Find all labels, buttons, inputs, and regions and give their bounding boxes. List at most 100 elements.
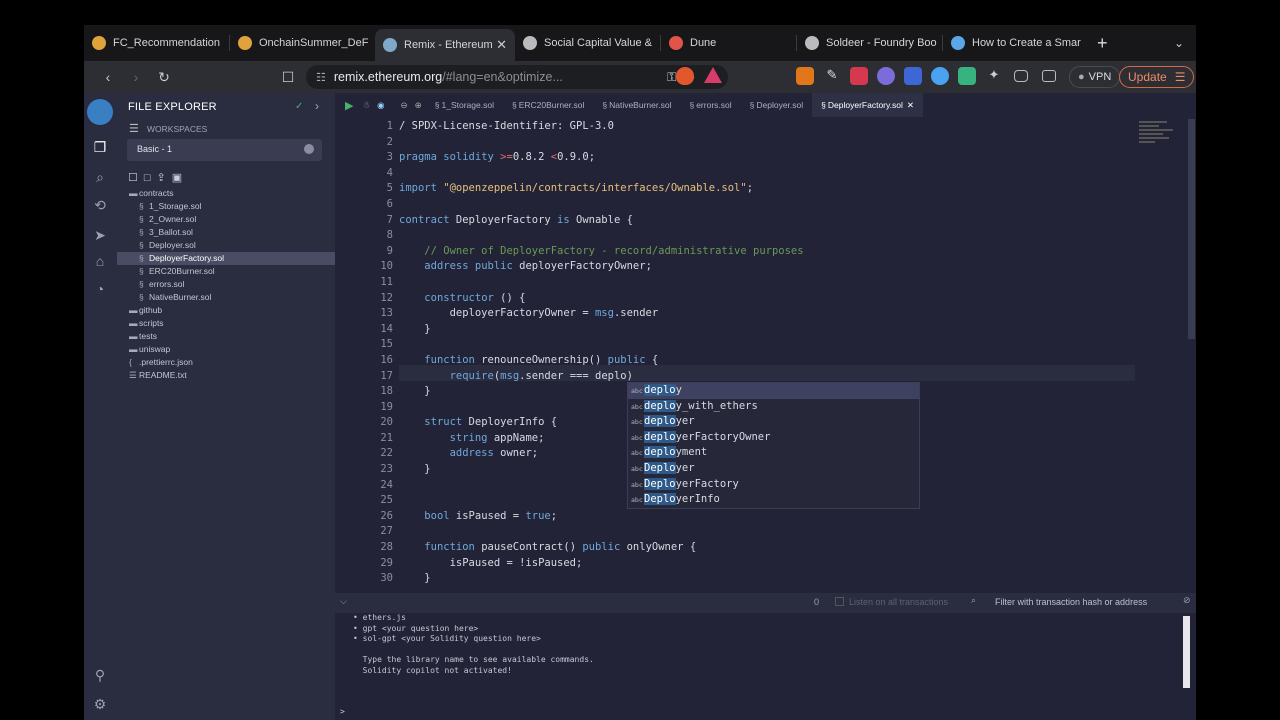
tab-list-chevron-icon[interactable]: ⌄ xyxy=(1174,36,1184,50)
search-icon[interactable]: ⌕ xyxy=(91,169,109,187)
browser-tab[interactable]: FC_Recommendation xyxy=(84,29,229,57)
autocomplete-item[interactable]: abcDeployerInfo xyxy=(628,492,919,508)
file-item[interactable]: § NativeBurner.sol xyxy=(117,291,335,304)
autocomplete-item[interactable]: abcdeploy xyxy=(628,383,919,399)
editor-tab[interactable]: § NativeBurner.sol xyxy=(593,93,680,117)
listen-checkbox[interactable] xyxy=(835,597,844,606)
editor-tab-close-icon[interactable]: ✕ xyxy=(907,100,914,111)
editor-tab[interactable]: § ERC20Burner.sol xyxy=(503,93,593,117)
extension-red-icon[interactable] xyxy=(850,67,868,85)
autocomplete-item[interactable]: abcDeployerFactory xyxy=(628,477,919,493)
autocomplete-item[interactable]: abcdeployerFactoryOwner xyxy=(628,430,919,446)
zoom-out-icon[interactable]: ⊖ xyxy=(401,100,408,111)
browser-tab[interactable]: How to Create a Smar xyxy=(943,29,1083,57)
autocomplete-item[interactable]: abcdeployer xyxy=(628,414,919,430)
terminal-scrollbar[interactable] xyxy=(1183,616,1190,688)
vpn-button[interactable]: ● VPN xyxy=(1069,66,1121,88)
eyedropper-icon[interactable]: ✎ xyxy=(823,67,841,85)
browser-tab[interactable]: OnchainSummer_DeF xyxy=(230,29,375,57)
folder-item[interactable]: ▬ contracts xyxy=(117,187,335,200)
update-button[interactable]: Update ☰ xyxy=(1119,66,1195,88)
site-settings-icon[interactable]: ☷ xyxy=(316,71,326,84)
reload-icon[interactable]: ↻ xyxy=(150,69,178,86)
tab-close-icon[interactable]: ✕ xyxy=(496,37,507,53)
back-icon[interactable]: ‹ xyxy=(94,69,122,85)
filter-input[interactable]: Filter with transaction hash or address xyxy=(995,597,1147,607)
file-item[interactable]: § errors.sol xyxy=(117,278,335,291)
file-item[interactable]: § Deployer.sol xyxy=(117,239,335,252)
file-item[interactable]: § 1_Storage.sol xyxy=(117,200,335,213)
minimap[interactable] xyxy=(1137,119,1187,159)
code-line: // Owner of DeployerFactory - record/adm… xyxy=(399,244,804,257)
brave-shield-icon[interactable] xyxy=(676,67,694,85)
file-item[interactable]: § 3_Ballot.sol xyxy=(117,226,335,239)
settings-gear-icon[interactable]: ⚙ xyxy=(91,696,109,714)
file-item[interactable]: § ERC20Burner.sol xyxy=(117,265,335,278)
autocomplete-item[interactable]: abcdeployment xyxy=(628,445,919,461)
metamask-icon[interactable] xyxy=(796,67,814,85)
line-number: 19 xyxy=(380,400,393,413)
file-item[interactable]: § 2_Owner.sol xyxy=(117,213,335,226)
new-tab-icon[interactable]: + xyxy=(1097,33,1108,54)
run-icon[interactable]: ▶ xyxy=(345,99,353,112)
browser-tab[interactable]: Soldeer - Foundry Boo xyxy=(797,29,942,57)
forward-icon[interactable]: › xyxy=(122,69,150,85)
folder-item[interactable]: ▬ scripts xyxy=(117,317,335,330)
file-item[interactable]: ☰ README.txt xyxy=(117,369,335,382)
new-folder-icon[interactable]: □ xyxy=(144,172,157,184)
upload-icon[interactable]: ⇪ xyxy=(157,172,172,184)
wallet-icon[interactable] xyxy=(1042,70,1056,82)
extension-blue-icon[interactable] xyxy=(931,67,949,85)
file-item[interactable]: {.prettierrc.json xyxy=(117,356,335,369)
text-suggestion-icon: abc xyxy=(631,402,643,411)
solidity-compiler-icon[interactable]: ⟲ xyxy=(91,197,109,215)
bookmark-icon[interactable]: ☐ xyxy=(274,69,302,86)
editor-tab[interactable]: § DeployerFactory.sol ✕ xyxy=(812,93,923,117)
editor-tab[interactable]: § 1_Storage.sol xyxy=(426,93,503,117)
extension-k-icon[interactable] xyxy=(904,67,922,85)
line-number: 16 xyxy=(380,353,393,366)
code-editor[interactable]: / SPDX-License-Identifier: GPL-3.0 pragma… xyxy=(399,119,1139,587)
terminal-prompt[interactable]: > xyxy=(340,707,345,716)
clear-terminal-icon[interactable]: ⊘ xyxy=(1183,595,1191,606)
autocomplete-item[interactable]: abcdeploy_with_ethers xyxy=(628,399,919,415)
import-folder-icon[interactable]: ▣ xyxy=(172,172,188,184)
extension-purple-icon[interactable] xyxy=(877,67,895,85)
folder-item[interactable]: ▬ tests xyxy=(117,330,335,343)
hamburger-icon[interactable]: ☰ xyxy=(129,122,139,135)
extensions-puzzle-icon[interactable]: ✦ xyxy=(985,67,1003,85)
plugin-icon[interactable]: ◔ xyxy=(91,281,109,299)
zoom-in-icon[interactable]: ⊕ xyxy=(415,100,422,111)
menu-icon: ☰ xyxy=(1174,70,1186,84)
line-number: 11 xyxy=(380,275,393,288)
browser-tab[interactable]: Dune xyxy=(661,29,796,57)
folder-item[interactable]: ▬ github xyxy=(117,304,335,317)
chevron-right-icon[interactable]: › xyxy=(315,99,319,113)
extension-green-icon[interactable] xyxy=(958,67,976,85)
collapse-terminal-icon[interactable]: ⌵ xyxy=(340,596,347,607)
file-explorer-icon[interactable]: ❐ xyxy=(91,139,109,157)
new-file-icon[interactable]: ☐ xyxy=(128,172,144,184)
address-bar[interactable]: ☷ remix.ethereum.org/#lang=en&optimize..… xyxy=(306,65,728,89)
editor-scrollbar[interactable] xyxy=(1188,119,1195,339)
browser-tab[interactable]: Remix - Ethereum ✕ xyxy=(375,29,515,61)
remix-logo-icon[interactable] xyxy=(87,99,113,125)
check-icon[interactable]: ✓ xyxy=(295,101,303,112)
browser-tab[interactable]: Social Capital Value & xyxy=(515,29,660,57)
editor-tab[interactable]: § errors.sol xyxy=(680,93,740,117)
workspace-select[interactable]: Basic - 1 xyxy=(127,139,322,161)
editor-tab[interactable]: § Deployer.sol xyxy=(741,93,813,117)
solidity-file-icon: § xyxy=(434,100,440,110)
ai-icon[interactable]: ☃ xyxy=(362,100,370,111)
deploy-run-icon[interactable]: ➤ xyxy=(91,227,109,245)
file-item[interactable]: § DeployerFactory.sol xyxy=(117,252,335,265)
folder-icon: ▬ xyxy=(129,331,138,341)
sidebar-icon[interactable] xyxy=(1014,70,1028,82)
learneth-icon[interactable]: ⌂ xyxy=(91,253,109,271)
brave-rewards-icon[interactable] xyxy=(704,67,722,83)
plugin-manager-icon[interactable]: ⚲ xyxy=(91,667,109,685)
tab-favicon-icon xyxy=(238,36,252,50)
folder-item[interactable]: ▬ uniswap xyxy=(117,343,335,356)
toggle-icon[interactable]: ◉ xyxy=(377,100,384,111)
autocomplete-item[interactable]: abcDeployer xyxy=(628,461,919,477)
